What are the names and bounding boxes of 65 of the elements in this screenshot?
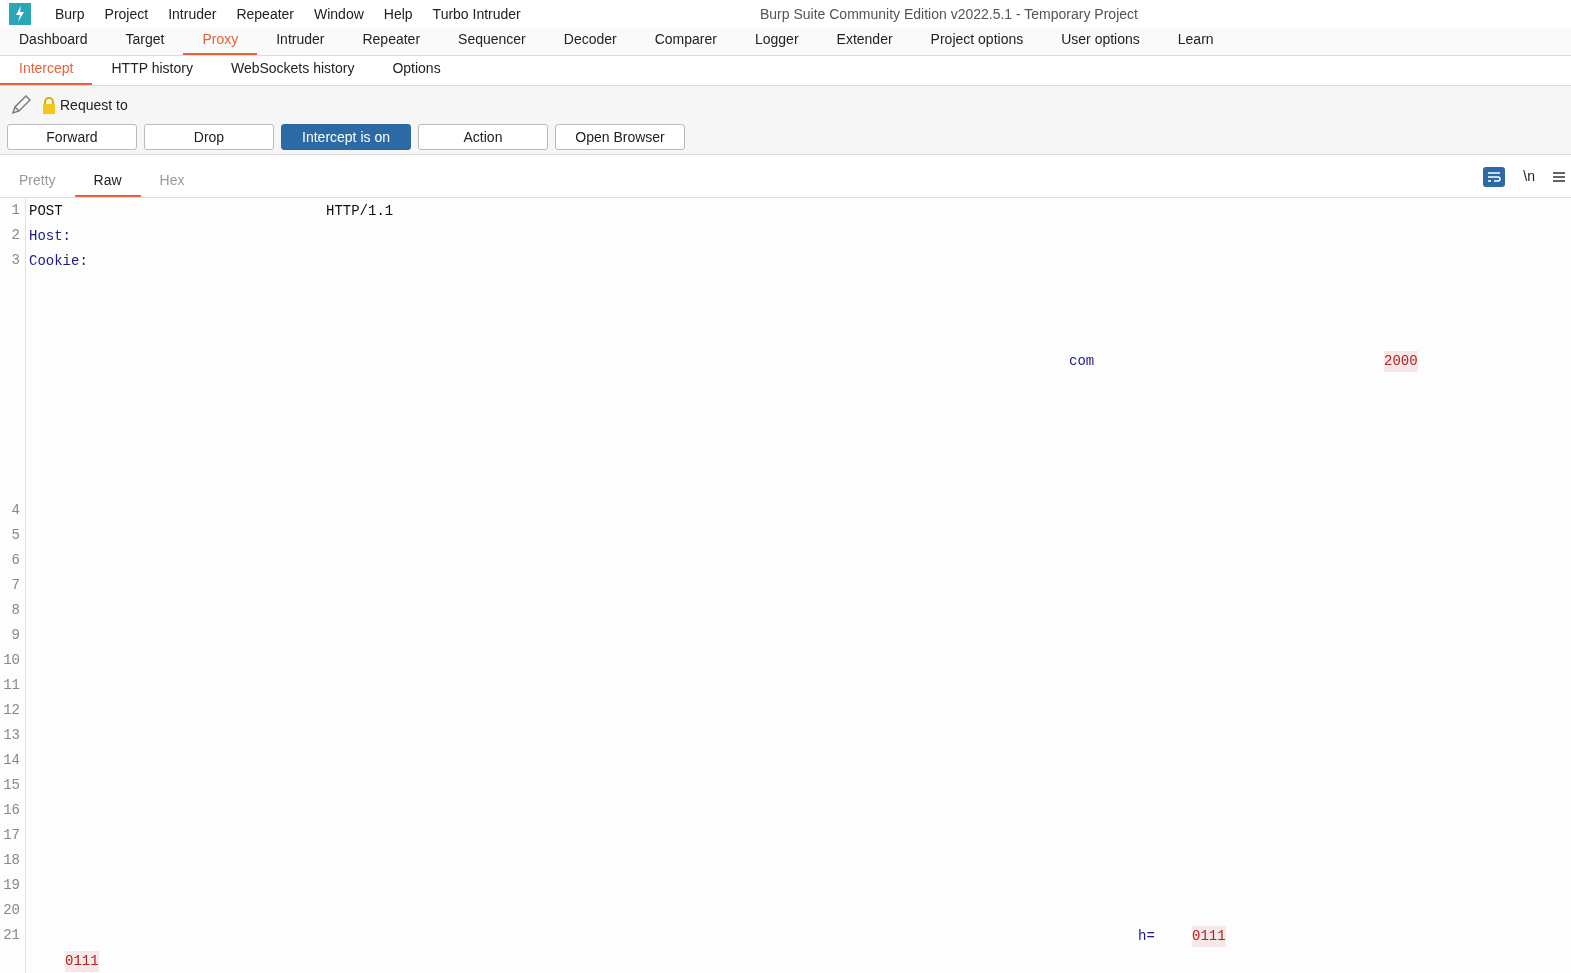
line-number: 17	[3, 826, 20, 845]
line-number: 5	[11, 526, 20, 545]
line-number: 15	[3, 776, 20, 795]
line-number: 11	[3, 676, 20, 695]
line-number: 9	[11, 626, 20, 645]
line-number: 2	[11, 226, 20, 245]
line-number: 13	[3, 726, 20, 745]
tab[interactable]: Sequencer	[439, 29, 545, 55]
tab[interactable]: Target	[106, 29, 184, 55]
menu-item[interactable]: Burp	[45, 3, 95, 25]
line-number: 6	[11, 551, 20, 570]
line-number: 21	[3, 926, 20, 945]
line-number: 8	[11, 601, 20, 620]
menu-item[interactable]: Project	[94, 3, 159, 25]
line-number: 7	[11, 576, 20, 595]
tab[interactable]: HTTP history	[92, 58, 212, 85]
line-number: 4	[11, 501, 20, 520]
code-text: 2000	[1384, 351, 1418, 372]
code-text: h=	[1138, 927, 1155, 946]
code-text: HTTP/1.1	[326, 202, 394, 221]
menu-item[interactable]: Help	[373, 3, 423, 25]
tab[interactable]: Comparer	[635, 29, 736, 55]
code-text: com	[1069, 352, 1095, 371]
action-button[interactable]: Intercept is on	[281, 124, 411, 150]
line-number: 16	[3, 801, 20, 820]
line-number: 10	[3, 651, 20, 670]
tab[interactable]: User options	[1042, 29, 1159, 55]
tab[interactable]: Intruder	[257, 29, 344, 55]
line-number: 20	[3, 901, 20, 920]
action-button[interactable]: Drop	[144, 124, 274, 150]
line-number: 1	[11, 201, 20, 220]
menu-item[interactable]: Window	[304, 3, 374, 25]
lock-icon	[42, 96, 56, 114]
menu-icon[interactable]	[1553, 170, 1565, 183]
tab[interactable]: Decoder	[544, 29, 636, 55]
request-label: Request to	[60, 95, 128, 115]
line-number: 3	[11, 251, 20, 270]
tab[interactable]: Repeater	[343, 29, 440, 55]
tab[interactable]: Dashboard	[0, 29, 107, 55]
tab[interactable]: Options	[373, 58, 460, 85]
tab[interactable]: WebSockets history	[211, 58, 374, 85]
code-text: POST	[29, 202, 63, 221]
code-text: 0111	[1192, 926, 1226, 947]
app-logo-icon	[9, 3, 31, 25]
action-button[interactable]: Forward	[7, 124, 137, 150]
tab[interactable]: Extender	[817, 29, 912, 55]
line-number: 19	[3, 876, 20, 895]
window-title: Burp Suite Community Edition v2022.5.1 - Temporary Project	[760, 4, 1138, 24]
tab[interactable]: Learn	[1158, 29, 1233, 55]
menu-item[interactable]: Repeater	[226, 3, 304, 25]
newline-toggle[interactable]: \n	[1523, 166, 1535, 187]
menu-item[interactable]: Intruder	[158, 3, 227, 25]
action-button[interactable]: Action	[418, 124, 548, 150]
pencil-icon[interactable]	[10, 94, 32, 116]
wrap-icon[interactable]	[1483, 166, 1506, 187]
tab[interactable]: Project options	[911, 29, 1043, 55]
menu-item[interactable]: Turbo Intruder	[422, 3, 531, 25]
line-number: 14	[3, 751, 20, 770]
code-text: Host:	[29, 227, 71, 246]
code-text: 0111	[65, 951, 99, 972]
code-text: Cookie:	[29, 252, 88, 271]
tab[interactable]: Logger	[735, 29, 818, 55]
action-button[interactable]: Open Browser	[555, 124, 685, 150]
line-number: 12	[3, 701, 20, 720]
line-number: 18	[3, 851, 20, 870]
